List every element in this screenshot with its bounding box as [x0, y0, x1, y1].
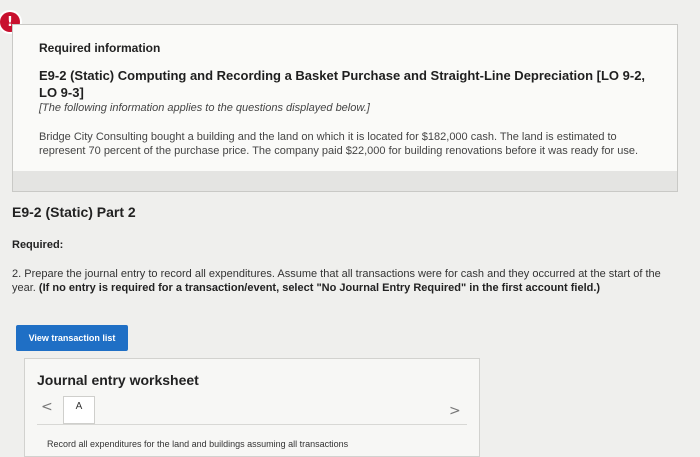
instruction-note: (If no entry is required for a transacti…	[38, 282, 601, 294]
required-label: Required:	[12, 239, 64, 251]
part-title: E9-2 (Static) Part 2	[12, 204, 136, 220]
required-information-panel: Required information E9-2 (Static) Compu…	[12, 24, 678, 192]
journal-entry-worksheet: Journal entry worksheet < A > Record all…	[24, 358, 480, 457]
chevron-left-icon[interactable]: <	[41, 399, 53, 415]
view-transaction-list-button[interactable]: View transaction list	[16, 325, 128, 351]
worksheet-title: Journal entry worksheet	[37, 372, 199, 388]
worksheet-tab-a[interactable]: A	[63, 396, 95, 424]
worksheet-divider	[37, 424, 467, 425]
required-information-heading: Required information	[39, 41, 161, 55]
exercise-note: [The following information applies to th…	[39, 102, 370, 114]
panel-bottom-band	[13, 171, 677, 191]
worksheet-instruction: Record all expenditures for the land and…	[47, 439, 349, 449]
required-instruction: 2. Prepare the journal entry to record a…	[12, 267, 684, 295]
chevron-right-icon[interactable]: >	[449, 403, 461, 419]
exercise-title: E9-2 (Static) Computing and Recording a …	[39, 68, 646, 100]
exercise-description: Bridge City Consulting bought a building…	[39, 131, 639, 157]
